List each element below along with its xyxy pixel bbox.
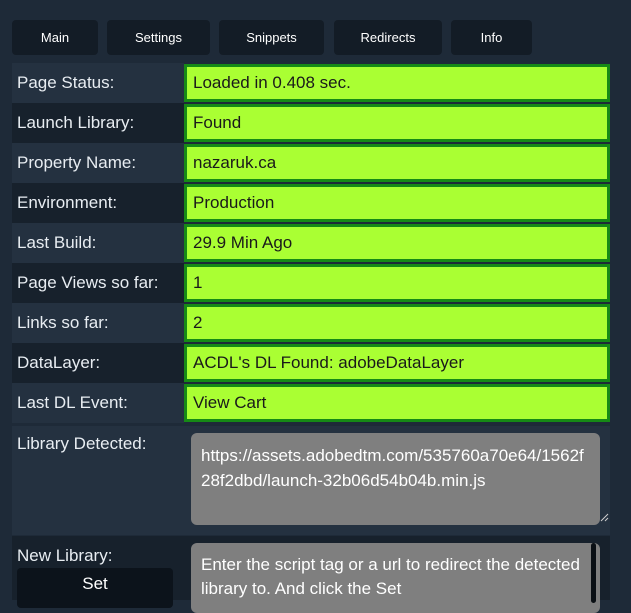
row-label: Page Views so far: xyxy=(12,263,184,303)
row-label: Environment: xyxy=(12,183,184,223)
row-value: 1 xyxy=(184,264,610,302)
row-datalayer: DataLayer: ACDL's DL Found: adobeDataLay… xyxy=(12,343,610,383)
library-detected-field[interactable]: https://assets.adobedtm.com/535760a70e64… xyxy=(191,433,600,525)
row-last-build: Last Build: 29.9 Min Ago xyxy=(12,223,610,263)
row-value: ACDL's DL Found: adobeDataLayer xyxy=(184,344,610,382)
row-label: DataLayer: xyxy=(12,343,184,383)
library-detected-label: Library Detected: xyxy=(17,434,147,453)
row-value: 2 xyxy=(184,304,610,342)
row-value: 29.9 Min Ago xyxy=(184,224,610,262)
row-page-status: Page Status: Loaded in 0.408 sec. xyxy=(12,63,610,103)
tab-snippets[interactable]: Snippets xyxy=(219,20,324,55)
row-value: nazaruk.ca xyxy=(184,144,610,182)
row-label: Last Build: xyxy=(12,223,184,263)
row-value: Loaded in 0.408 sec. xyxy=(184,64,610,102)
row-launch-library: Launch Library: Found xyxy=(12,103,610,143)
row-page-views: Page Views so far: 1 xyxy=(12,263,610,303)
set-button[interactable]: Set xyxy=(17,568,173,608)
row-property-name: Property Name: nazaruk.ca xyxy=(12,143,610,183)
row-value: Production xyxy=(184,184,610,222)
row-label: Last DL Event: xyxy=(12,383,184,423)
row-value: View Cart xyxy=(184,384,610,422)
row-label: Links so far: xyxy=(12,303,184,343)
tab-redirects[interactable]: Redirects xyxy=(334,20,442,55)
row-label: Launch Library: xyxy=(12,103,184,143)
row-label: Property Name: xyxy=(12,143,184,183)
row-label: Page Status: xyxy=(12,63,184,103)
row-value: Found xyxy=(184,104,610,142)
library-detected-section: Library Detected: https://assets.adobedt… xyxy=(12,426,610,535)
tab-bar: Main Settings Snippets Redirects Info xyxy=(0,0,631,62)
new-library-label: New Library: xyxy=(17,546,113,565)
new-library-section: New Library: Set xyxy=(12,536,610,613)
tab-info[interactable]: Info xyxy=(451,20,532,55)
row-last-dl-event: Last DL Event: View Cart xyxy=(12,383,610,423)
tab-settings[interactable]: Settings xyxy=(107,20,210,55)
new-library-scrollbar[interactable] xyxy=(591,543,596,603)
row-environment: Environment: Production xyxy=(12,183,610,223)
tab-main[interactable]: Main xyxy=(12,20,98,55)
new-library-input[interactable] xyxy=(191,543,600,613)
resize-grip-icon[interactable] xyxy=(599,512,609,522)
row-links: Links so far: 2 xyxy=(12,303,610,343)
